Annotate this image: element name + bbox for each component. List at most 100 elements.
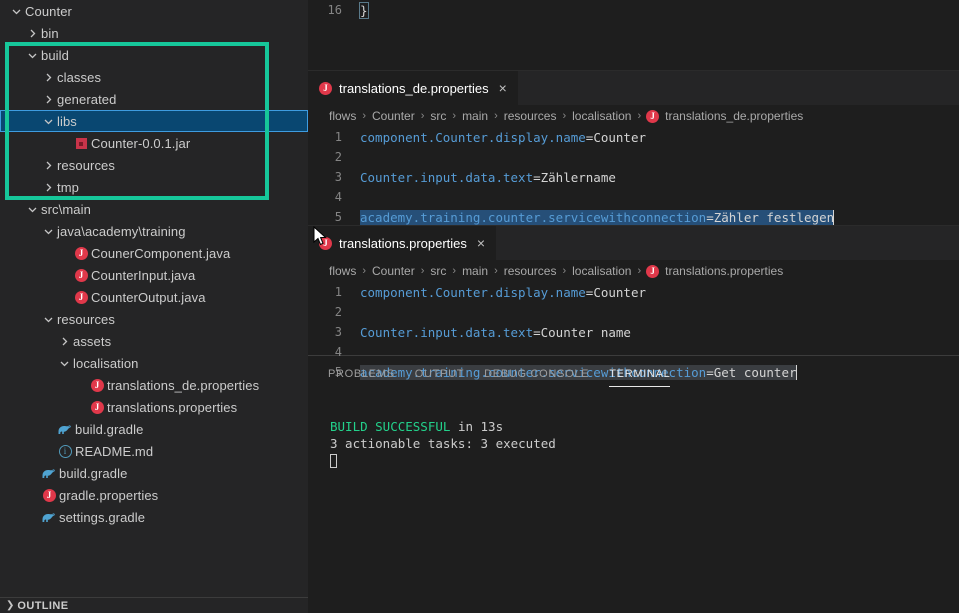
explorer-sidebar[interactable]: Counter bin build classes generated libs Count… [0,0,308,613]
tree-item-libs[interactable]: libs [0,110,308,132]
breadcrumb-separator-icon: › [362,110,367,122]
breadcrumb-item[interactable]: main [461,109,489,123]
markdown-icon [58,444,72,458]
tree-item-translations-properties[interactable]: translations.properties [0,396,308,418]
chevron-down-icon[interactable] [40,116,56,127]
tree-item-counterinput-java[interactable]: CounterInput.java [0,264,308,286]
panel-tab-debug-console[interactable]: DEBUG CONSOLE [484,356,589,391]
breadcrumb-item[interactable]: main [461,264,489,278]
tree-item-label: resources [57,157,115,173]
tree-item-counteroutput-java[interactable]: CounterOutput.java [0,286,308,308]
tree-item-counter[interactable]: Counter [0,0,308,22]
chevron-right-icon[interactable] [40,182,56,193]
tree-item-counercomponent-java[interactable]: CounerComponent.java [0,242,308,264]
code-line: 3 Counter.input.data.text=Zählername [308,167,959,187]
tree-item-label: build [41,47,69,63]
tab-translations-properties[interactable]: translations.properties × [308,226,498,260]
java-icon [646,109,660,123]
chevron-right-icon[interactable] [56,336,72,347]
tree-item-label: resources [57,311,115,327]
tree-item-label: gradle.properties [59,487,159,503]
property-key: component.Counter.display.name [360,129,586,145]
close-icon[interactable]: × [499,81,507,95]
breadcrumb-2[interactable]: flows › Counter › src › main › resources › localis… [308,260,959,282]
text-caret [833,209,835,225]
chevron-down-icon[interactable] [40,314,56,325]
tree-item-tmp[interactable]: tmp [0,176,308,198]
chevron-right-icon[interactable] [40,94,56,105]
panel-tab-terminal[interactable]: TERMINAL [609,356,671,391]
code-editor-2[interactable]: 1 component.Counter.display.name=Counter 2… [308,282,959,380]
tree-item-build[interactable]: build [0,44,308,66]
breadcrumb-item[interactable]: flows [328,109,357,123]
breadcrumb-separator-icon: › [562,110,567,122]
file-tree[interactable]: Counter bin build classes generated libs Count… [0,0,308,528]
tree-item-assets[interactable]: assets [0,330,308,352]
code-line: 1 component.Counter.display.name=Counter [308,282,959,302]
line-number: 4 [334,190,342,204]
breadcrumb-item[interactable]: resources [503,109,558,123]
breadcrumb-item[interactable]: localisation [571,264,632,278]
tree-item-bin[interactable]: bin [0,22,308,44]
chevron-down-icon[interactable] [24,50,40,61]
tree-item-inner-build-gradle[interactable]: build.gradle [0,418,308,440]
tab-translations-de-properties[interactable]: translations_de.properties × [308,71,519,105]
tree-item-label: tmp [57,179,79,195]
outline-section-header[interactable]: ❯ OUTLINE [0,597,308,613]
terminal-prompt [330,453,959,470]
property-key: Counter.input.data.text [360,169,534,185]
tree-item-label: java\academy\training [57,223,186,239]
tree-item-readme-md[interactable]: README.md [0,440,308,462]
panel-tab-problems[interactable]: PROBLEMS [328,356,395,391]
chevron-right-icon[interactable] [24,28,40,39]
panel-tab-output[interactable]: OUTPUT [415,356,464,391]
chevron-right-icon[interactable] [40,72,56,83]
tree-item-build-resources[interactable]: resources [0,154,308,176]
chevron-right-icon[interactable] [40,160,56,171]
tree-item-generated[interactable]: generated [0,88,308,110]
terminal-output[interactable]: BUILD SUCCESSFUL in 13s 3 actionable tas… [308,391,959,613]
outline-label: OUTLINE [17,599,69,612]
chevron-down-icon[interactable] [56,358,72,369]
tree-item-classes[interactable]: classes [0,66,308,88]
tab-bar-1[interactable]: translations_de.properties × [308,71,959,105]
breadcrumb-item[interactable]: src [429,109,447,123]
top-editor-group[interactable]: 16 } [308,0,959,70]
tree-item-build-gradle[interactable]: build.gradle [0,462,308,484]
tree-item-translations-de-properties[interactable]: translations_de.properties [0,374,308,396]
java-icon [42,488,56,502]
breadcrumb-item[interactable]: translations.properties [664,264,784,278]
tree-item-src-main[interactable]: src\main [0,198,308,220]
chevron-down-icon[interactable] [8,6,24,17]
chevron-down-icon[interactable] [24,204,40,215]
property-value: Zählername [540,169,616,185]
tree-item-label: CounerComponent.java [91,245,231,261]
breadcrumb-item[interactable]: src [429,264,447,278]
tab-bar-2[interactable]: translations.properties × [308,226,959,260]
code-editor-1[interactable]: 1 component.Counter.display.name=Counter 2… [308,127,959,225]
breadcrumb-item[interactable]: flows [328,264,357,278]
chevron-down-icon[interactable] [40,226,56,237]
close-icon[interactable]: × [477,236,485,250]
editor-group-1: translations_de.properties × flows › Count… [308,71,959,225]
breadcrumb-item[interactable]: localisation [571,109,632,123]
tree-item-localisation[interactable]: localisation [0,352,308,374]
tree-item-counter-jar[interactable]: Counter-0.0.1.jar [0,132,308,154]
code-text: Counter.input.data.text=Counter name [360,325,631,340]
tree-item-gradle-properties[interactable]: gradle.properties [0,484,308,506]
tree-item-settings-gradle[interactable]: settings.gradle [0,506,308,528]
property-value: Counter [593,284,646,300]
tree-item-label: src\main [41,201,91,217]
tree-item-src-resources[interactable]: resources [0,308,308,330]
breadcrumb-item[interactable]: Counter [371,109,416,123]
code-text: academy.training.counter.servicewithconn… [360,209,835,225]
line-number: 3 [334,170,342,184]
java-icon [74,290,88,304]
breadcrumb-item[interactable]: resources [503,264,558,278]
breadcrumb-1[interactable]: flows › Counter › src › main › resources › localis… [308,105,959,127]
line-number: 5 [334,210,342,224]
breadcrumb-item[interactable]: translations_de.properties [664,109,804,123]
breadcrumb-item[interactable]: Counter [371,264,416,278]
tree-item-label: CounterInput.java [91,267,196,283]
tree-item-java-academy-training[interactable]: java\academy\training [0,220,308,242]
